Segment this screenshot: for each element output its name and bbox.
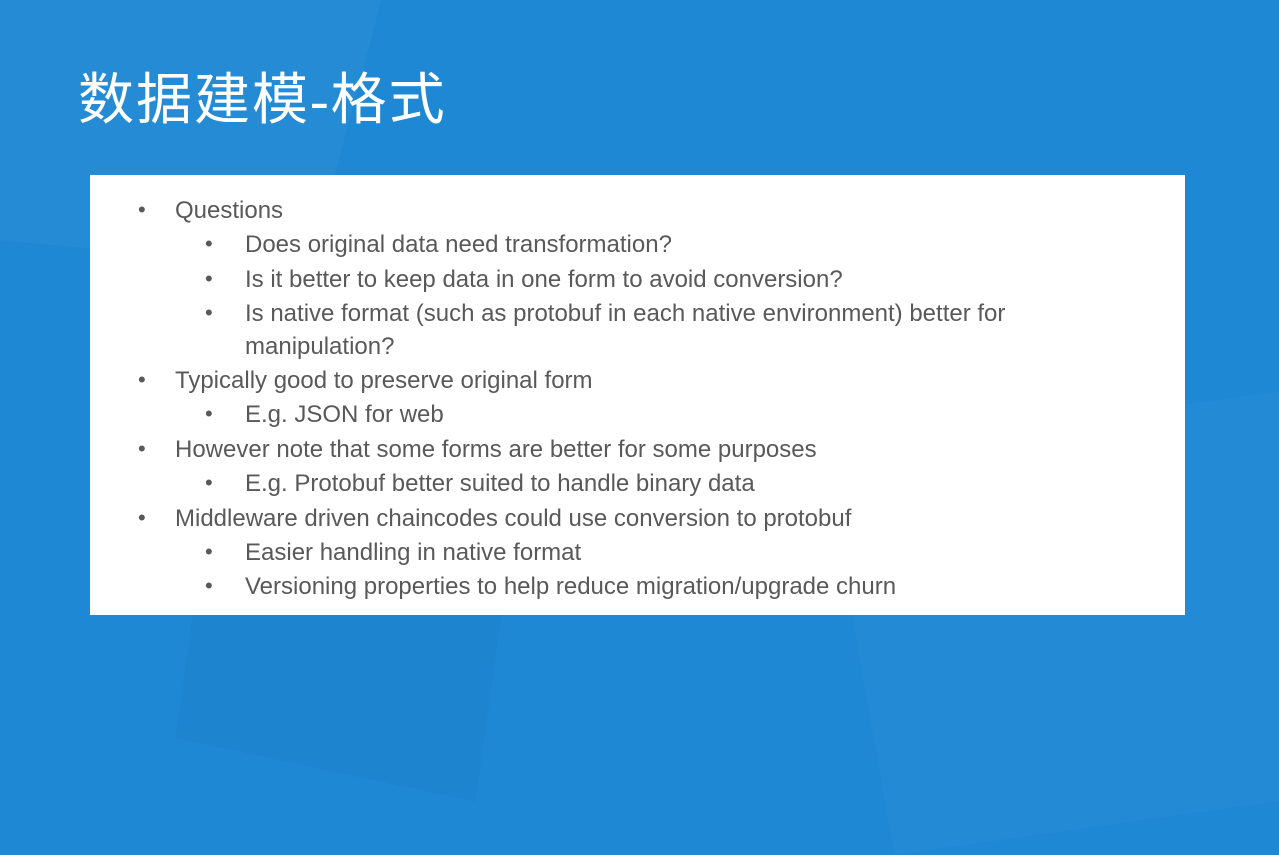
bullet-text: E.g. Protobuf better suited to handle bi… (245, 470, 755, 497)
bullet-list: Questions Does original data need transf… (120, 195, 1155, 604)
list-item: Is native format (such as protobuf in ea… (175, 298, 1155, 363)
list-item: Middleware driven chaincodes could use c… (120, 503, 1155, 604)
list-item: Typically good to preserve original form… (120, 365, 1155, 432)
bullet-text: However note that some forms are better … (175, 436, 817, 463)
bullet-text: Versioning properties to help reduce mig… (245, 573, 896, 600)
list-item: E.g. JSON for web (175, 399, 1155, 431)
bullet-text: Is it better to keep data in one form to… (245, 266, 843, 293)
list-item: However note that some forms are better … (120, 434, 1155, 501)
list-item: Easier handling in native format (175, 537, 1155, 569)
bullet-text: Questions (175, 197, 283, 224)
sub-list: E.g. Protobuf better suited to handle bi… (175, 468, 1155, 500)
list-item: Does original data need transformation? (175, 229, 1155, 261)
list-item: Is it better to keep data in one form to… (175, 264, 1155, 296)
sub-list: Easier handling in native format Version… (175, 537, 1155, 604)
sub-list: E.g. JSON for web (175, 399, 1155, 431)
bullet-text: Is native format (such as protobuf in ea… (245, 300, 1005, 359)
slide-title: 数据建模-格式 (78, 55, 447, 136)
list-item: E.g. Protobuf better suited to handle bi… (175, 468, 1155, 500)
bullet-text: Does original data need transformation? (245, 231, 672, 258)
list-item: Questions Does original data need transf… (120, 195, 1155, 363)
list-item: Versioning properties to help reduce mig… (175, 571, 1155, 603)
content-box: Questions Does original data need transf… (90, 175, 1185, 615)
bullet-text: Easier handling in native format (245, 539, 581, 566)
bullet-text: Middleware driven chaincodes could use c… (175, 505, 851, 532)
bullet-text: Typically good to preserve original form (175, 367, 593, 394)
sub-list: Does original data need transformation? … (175, 229, 1155, 363)
bullet-text: E.g. JSON for web (245, 401, 444, 428)
